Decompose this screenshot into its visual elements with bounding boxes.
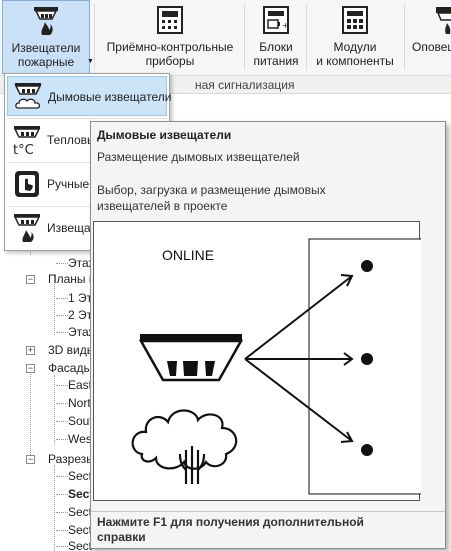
ribbon-separator [244, 4, 245, 70]
manual-call-point-icon [15, 171, 39, 197]
power-supply-button[interactable]: + Блоки питания [248, 0, 304, 74]
placement-point [361, 444, 373, 456]
ribbon-group-label: ная сигнализация [195, 78, 295, 92]
placement-point [361, 260, 373, 272]
collapse-toggle[interactable]: − [26, 275, 35, 284]
tree-guide [56, 476, 68, 477]
modules-label: Модули и компоненты [316, 40, 394, 68]
menu-item-label: Тепловы [47, 133, 96, 147]
tree-item[interactable]: Фасады [48, 361, 92, 375]
control-panels-label: Приёмно-контрольные приборы [106, 40, 234, 68]
ribbon-separator [306, 4, 307, 70]
tree-guide [56, 546, 68, 547]
tree-guide [56, 512, 68, 513]
tooltip-description: Выбор, загрузка и размещение дымовых изв… [97, 183, 326, 213]
flame-detector-icon [13, 214, 41, 242]
tree-guide [56, 332, 68, 333]
tree-guide [56, 315, 68, 316]
collapse-toggle[interactable]: − [26, 364, 35, 373]
tree-guide [56, 298, 68, 299]
smoke-cloud-drawing [131, 409, 238, 484]
svg-text:t°C: t°C [13, 143, 34, 156]
alerts-button[interactable]: Оповещ [408, 0, 451, 74]
tree-item[interactable]: Sect [68, 523, 92, 537]
smoke-detector-drawing [138, 334, 244, 382]
tooltip-footer-separator [91, 511, 445, 512]
alert-icon [435, 7, 451, 34]
ribbon-separator [404, 4, 405, 70]
menu-item-smoke-detectors[interactable]: Дымовые извещатели [7, 76, 171, 116]
tooltip: Дымовые извещатели Размещение дымовых из… [90, 121, 446, 549]
alerts-label: Оповещ [412, 40, 451, 54]
control-panels-button[interactable]: Приёмно-контрольные приборы [98, 0, 242, 74]
tooltip-footer: Нажмите F1 для получения дополнительной … [97, 515, 364, 544]
tree-guide [56, 385, 68, 386]
control-panel-icon [157, 6, 183, 34]
ribbon-separator [94, 4, 95, 70]
tree-item[interactable]: Sect [68, 505, 92, 519]
menu-item-label: Дымовые извещатели [48, 90, 172, 104]
fire-detector-icon [34, 7, 58, 35]
tooltip-subtitle: Размещение дымовых извещателей [97, 150, 300, 164]
tree-guide [30, 365, 31, 455]
chevron-down-icon: ▼ [87, 58, 94, 65]
power-supply-label: Блоки питания [253, 40, 299, 68]
tree-item[interactable]: Nort [68, 396, 91, 410]
ribbon: Извещатели пожарные ▼ Приёмно-контрольны… [0, 0, 451, 76]
heat-detector-icon: t°C [13, 126, 41, 156]
tree-guide [56, 421, 68, 422]
fire-detectors-label: Извещатели пожарные [11, 41, 81, 69]
tree-guide [56, 530, 68, 531]
menu-item-label: Ручные [47, 177, 90, 191]
tree-guide [54, 375, 55, 445]
tree-guide [56, 439, 68, 440]
menu-separator [7, 118, 167, 119]
tree-item[interactable]: 1 Эт [68, 291, 92, 305]
placement-point [361, 353, 373, 365]
tree-guide [56, 494, 68, 495]
power-supply-icon: + [263, 6, 289, 34]
tree-guide [56, 403, 68, 404]
online-label: ONLINE [162, 247, 214, 263]
modules-button[interactable]: Модули и компоненты [310, 0, 400, 74]
collapse-toggle[interactable]: − [26, 455, 35, 464]
tree-guide [54, 465, 55, 551]
tree-item[interactable]: 2 Эт [68, 308, 92, 322]
smoke-detector-icon [14, 83, 42, 109]
tree-guide [56, 263, 68, 264]
tree-item[interactable]: Планы п [48, 272, 95, 286]
svg-text:+: + [282, 21, 289, 30]
modules-icon [342, 6, 368, 34]
tree-item[interactable]: East [68, 378, 92, 392]
tree-item[interactable]: Sout [68, 414, 93, 428]
tree-item[interactable]: Sect [68, 469, 92, 483]
room-plan-outline [308, 238, 424, 495]
tooltip-illustration: ONLINE [93, 221, 424, 501]
expand-toggle[interactable]: + [26, 346, 35, 355]
tree-item[interactable]: Разрезы [48, 452, 95, 466]
tree-item[interactable]: Sect [68, 539, 92, 551]
menu-item-label: Извещат [47, 221, 96, 235]
tooltip-title: Дымовые извещатели [97, 128, 232, 142]
fire-detectors-button[interactable]: Извещатели пожарные ▼ [2, 0, 94, 74]
smoke-detector-placement-diagram: ONLINE [131, 238, 424, 495]
tree-item[interactable]: 3D виды [48, 343, 95, 357]
